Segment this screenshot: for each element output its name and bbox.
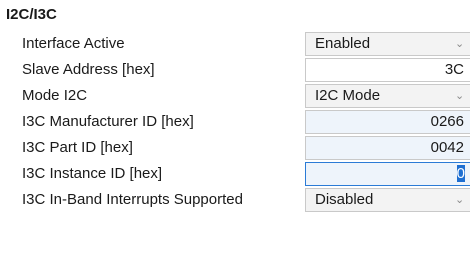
chevron-down-icon: ⌄ xyxy=(455,194,465,206)
i3c-ibi-supported-select[interactable]: Disabled ⌄ xyxy=(305,188,470,212)
i3c-ibi-supported-label: I3C In-Band Interrupts Supported xyxy=(22,191,243,208)
i3c-instance-id-label: I3C Instance ID [hex] xyxy=(22,165,163,182)
i3c-instance-id-input[interactable]: 0 xyxy=(305,162,470,186)
i3c-part-id-input[interactable]: 0042 xyxy=(305,136,470,160)
slave-address-label: Slave Address [hex] xyxy=(22,61,155,78)
row-slave-address: Slave Address [hex] 3C xyxy=(0,57,470,83)
row-mode-i2c: Mode I2C I2C Mode ⌄ xyxy=(0,83,470,109)
i2c-i3c-settings-panel: I2C/I3C Interface Active Enabled ⌄ Slave… xyxy=(0,0,470,255)
mode-i2c-label: Mode I2C xyxy=(22,87,88,104)
row-i3c-part-id: I3C Part ID [hex] 0042 xyxy=(0,135,470,161)
slave-address-input[interactable]: 3C xyxy=(305,58,470,82)
i3c-ibi-supported-value: Disabled xyxy=(315,191,374,208)
mode-i2c-value: I2C Mode xyxy=(315,87,381,104)
interface-active-select[interactable]: Enabled ⌄ xyxy=(305,32,470,56)
i3c-part-id-value: 0042 xyxy=(430,139,464,156)
mode-i2c-select[interactable]: I2C Mode ⌄ xyxy=(305,84,470,108)
slave-address-value: 3C xyxy=(444,61,464,78)
chevron-down-icon: ⌄ xyxy=(455,90,465,102)
i3c-instance-id-value: 0 xyxy=(456,165,465,182)
i3c-manufacturer-id-input[interactable]: 0266 xyxy=(305,110,470,134)
i3c-manufacturer-id-value: 0266 xyxy=(430,113,464,130)
section-title: I2C/I3C xyxy=(6,6,57,23)
interface-active-value: Enabled xyxy=(315,35,371,52)
row-interface-active: Interface Active Enabled ⌄ xyxy=(0,31,470,57)
i3c-part-id-label: I3C Part ID [hex] xyxy=(22,139,133,156)
chevron-down-icon: ⌄ xyxy=(455,38,465,50)
row-i3c-instance-id: I3C Instance ID [hex] 0 xyxy=(0,161,470,187)
i3c-manufacturer-id-label: I3C Manufacturer ID [hex] xyxy=(22,113,194,130)
row-i3c-manufacturer-id: I3C Manufacturer ID [hex] 0266 xyxy=(0,109,470,135)
interface-active-label: Interface Active xyxy=(22,35,125,52)
row-i3c-ibi-supported: I3C In-Band Interrupts Supported Disable… xyxy=(0,187,470,213)
